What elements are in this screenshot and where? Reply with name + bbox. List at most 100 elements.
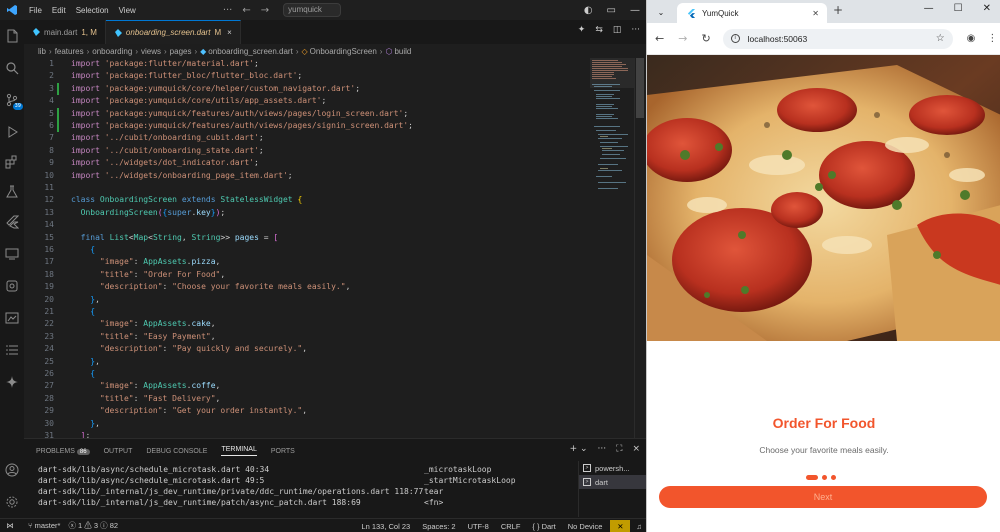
back-arrow-icon[interactable]: ← <box>242 5 250 16</box>
reload-icon[interactable]: ↻ <box>701 32 710 45</box>
explorer-icon[interactable] <box>4 28 20 44</box>
code-line[interactable]: 19 "description": "Choose your favorite … <box>24 281 584 293</box>
code-line[interactable]: 22 "image": AppAssets.cake, <box>24 318 584 330</box>
forward-arrow-icon[interactable]: → <box>261 5 269 16</box>
browser-tab[interactable]: YumQuick ✕ <box>677 3 827 23</box>
close-tab-icon[interactable]: ✕ <box>812 9 819 18</box>
code-line[interactable]: 26 { <box>24 368 584 380</box>
copilot-icon[interactable]: ◐ <box>584 5 593 16</box>
code-line[interactable]: 17 "image": AppAssets.pizza, <box>24 256 584 268</box>
more-icon[interactable]: ··· <box>223 5 233 16</box>
code-line[interactable]: 15 final List<Map<String, String>> pages… <box>24 232 584 244</box>
problems-status[interactable]: ⓧ 1 ⚠ 3 ⓘ 82 <box>68 520 118 531</box>
code-line[interactable]: 14 <box>24 219 584 231</box>
scrollbar-thumb[interactable] <box>636 58 644 118</box>
maximize-panel-icon[interactable]: ⛶ <box>616 444 622 454</box>
list-icon[interactable] <box>4 342 20 358</box>
command-center-search[interactable]: yumquick <box>283 3 342 17</box>
menu-view[interactable]: View <box>114 6 141 15</box>
sparkle-icon[interactable]: ✦ <box>578 25 586 35</box>
compare-icon[interactable]: ⇆ <box>595 25 603 35</box>
code-line[interactable]: 12 class OnboardingScreen extends Statele… <box>24 194 584 206</box>
code-line[interactable]: 2 import 'package:flutter_bloc/flutter_bl… <box>24 70 584 82</box>
address-bar[interactable]: i localhost:50063 ☆ <box>722 28 953 49</box>
more-actions-icon[interactable]: ··· <box>631 25 640 35</box>
git-change-marker[interactable] <box>57 82 59 96</box>
new-terminal-icon[interactable]: + ⌄ <box>570 444 588 454</box>
device-selector[interactable]: No Device <box>568 522 603 531</box>
code-line[interactable]: 21 { <box>24 306 584 318</box>
code-line[interactable]: 10 import '../widgets/onboarding_page_ite… <box>24 170 584 182</box>
site-info-icon[interactable]: i <box>730 34 740 43</box>
menu-edit[interactable]: Edit <box>47 6 71 15</box>
notifications-icon[interactable]: ✕ <box>610 519 631 532</box>
tab-ports[interactable]: PORTS <box>271 448 295 455</box>
testing-icon[interactable] <box>4 184 20 200</box>
line-ending[interactable]: CRLF <box>501 522 521 531</box>
tab-main-dart[interactable]: main.dart 1, M <box>24 20 106 44</box>
tab-output[interactable]: OUTPUT <box>104 448 133 455</box>
cursor-position[interactable]: Ln 133, Col 23 <box>361 522 410 531</box>
terminal-item-dart[interactable]: > dart <box>579 475 646 489</box>
close-tab-icon[interactable]: × <box>227 28 232 37</box>
remote-icon[interactable]: ⋈ <box>0 518 20 532</box>
page-dot[interactable] <box>822 475 827 480</box>
bookmark-star-icon[interactable]: ☆ <box>936 33 945 44</box>
docker-icon[interactable] <box>4 278 20 294</box>
code-line[interactable]: 7 import '../cubit/onboarding_cubit.dart'… <box>24 132 584 144</box>
code-line[interactable]: 1 import 'package:flutter/material.dart'; <box>24 58 584 70</box>
breadcrumb-item[interactable]: views <box>141 47 161 56</box>
menu-kebab-icon[interactable]: ⋮ <box>987 33 997 44</box>
preview-icon[interactable] <box>4 310 20 326</box>
terminal-item-powershell[interactable]: > powersh... <box>579 461 646 475</box>
minimize-icon[interactable]: — <box>924 3 934 14</box>
breadcrumb-item[interactable]: OnboardingScreen <box>310 47 377 56</box>
git-change-marker[interactable] <box>57 120 59 133</box>
menu-selection[interactable]: Selection <box>71 6 114 15</box>
code-line[interactable]: 31 ]; <box>24 430 584 438</box>
tab-terminal[interactable]: TERMINAL <box>221 446 257 456</box>
code-line[interactable]: 23 "title": "Easy Payment", <box>24 331 584 343</box>
bell-icon[interactable]: ♫ <box>636 522 642 531</box>
settings-gear-icon[interactable] <box>4 494 20 510</box>
breadcrumb-item[interactable]: onboarding <box>92 47 132 56</box>
minimize-icon[interactable]: — <box>630 5 640 16</box>
tab-debug-console[interactable]: DEBUG CONSOLE <box>146 448 207 455</box>
code-line[interactable]: 28 "title": "Fast Delivery", <box>24 393 584 405</box>
layout-icon[interactable]: ▭ <box>607 5 616 16</box>
encoding[interactable]: UTF-8 <box>468 522 489 531</box>
split-editor-icon[interactable]: ◫ <box>613 25 622 35</box>
source-control-icon[interactable]: 39 <box>4 92 23 110</box>
tab-problems[interactable]: PROBLEMS 86 <box>36 448 90 455</box>
tab-onboarding-screen[interactable]: onboarding_screen.dart M × <box>105 20 241 44</box>
code-line[interactable]: 6 import 'package:yumquick/features/auth/… <box>24 120 584 133</box>
close-window-icon[interactable]: ✕ <box>983 3 991 14</box>
branch-status[interactable]: ⑂ master* <box>28 521 60 530</box>
page-dot-active[interactable] <box>806 475 818 480</box>
flutter-icon[interactable] <box>4 214 20 230</box>
close-panel-icon[interactable]: × <box>632 444 640 454</box>
code-line[interactable]: 3 import 'package:yumquick/core/helper/cu… <box>24 82 584 96</box>
code-line[interactable]: 18 "title": "Order For Food", <box>24 269 584 281</box>
breadcrumb-item[interactable]: onboarding_screen.dart <box>208 47 293 56</box>
language-mode[interactable]: { } Dart <box>532 522 555 531</box>
code-line[interactable]: 24 "description": "Pay quickly and secur… <box>24 343 584 355</box>
code-line[interactable]: 8 import '../cubit/onboarding_state.dart'… <box>24 145 584 157</box>
profile-icon[interactable]: ◉ <box>967 33 976 44</box>
indentation[interactable]: Spaces: 2 <box>422 522 455 531</box>
next-button[interactable]: Next <box>659 486 987 508</box>
code-line[interactable]: 29 "description": "Get your order instan… <box>24 405 584 417</box>
code-line[interactable]: 5 import 'package:yumquick/features/auth/… <box>24 107 584 120</box>
code-line[interactable]: 16 { <box>24 244 584 256</box>
search-icon[interactable] <box>4 60 20 76</box>
breadcrumb-item[interactable]: build <box>394 47 411 56</box>
code-editor[interactable]: 1 import 'package:flutter/material.dart';… <box>24 58 590 438</box>
gemini-icon[interactable] <box>4 374 20 390</box>
menu-file[interactable]: File <box>24 6 47 15</box>
forward-icon[interactable]: → <box>678 32 687 45</box>
account-icon[interactable] <box>4 462 20 478</box>
git-change-marker[interactable] <box>57 107 59 120</box>
extensions-icon[interactable] <box>4 154 20 170</box>
code-line[interactable]: 13 OnboardingScreen({super.key}); <box>24 207 584 219</box>
editor-scrollbar[interactable] <box>634 58 644 438</box>
